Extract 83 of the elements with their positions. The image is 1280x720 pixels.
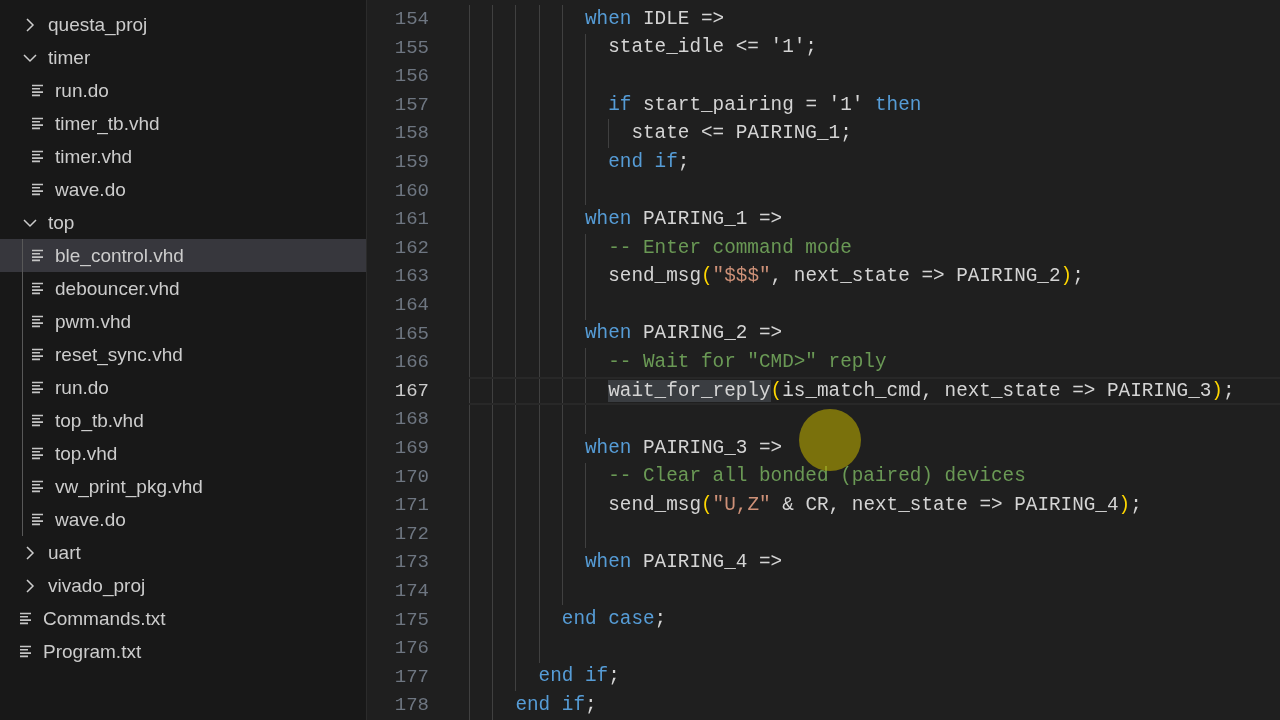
- file-lines-icon: [32, 513, 45, 526]
- file-item[interactable]: timer_tb.vhd: [0, 107, 366, 140]
- line-number: 165: [393, 321, 429, 347]
- line-number: 168: [393, 407, 429, 433]
- file-item[interactable]: Commands.txt: [0, 602, 366, 635]
- file-item[interactable]: ble_control.vhd: [0, 239, 366, 272]
- file-item[interactable]: vw_print_pkg.vhd: [0, 470, 366, 503]
- file-lines-icon: [32, 150, 45, 163]
- line-number: 155: [393, 35, 429, 61]
- folder-item[interactable]: timer: [0, 41, 366, 74]
- folder-item[interactable]: uart: [0, 536, 366, 569]
- code-line: end if;: [607, 149, 690, 175]
- code-line: when PAIRING_2 =>: [584, 321, 783, 347]
- file-lines-icon: [32, 348, 45, 361]
- file-item[interactable]: top.vhd: [0, 437, 366, 470]
- file-lines-icon: [32, 447, 45, 460]
- line-number: 177: [393, 664, 429, 690]
- folder-item[interactable]: questa_proj: [0, 8, 366, 41]
- folder-item[interactable]: top: [0, 206, 366, 239]
- code-line: when PAIRING_3 =>: [584, 435, 783, 461]
- line-number: 169: [393, 435, 429, 461]
- line-number: 159: [393, 150, 429, 175]
- line-number: 160: [393, 178, 429, 204]
- folder-item[interactable]: vivado_proj: [0, 569, 366, 602]
- line-number: 167: [393, 378, 429, 404]
- code-line: end if;: [537, 664, 620, 690]
- code-comment: -- Wait for "CMD>" reply: [607, 349, 887, 375]
- file-item[interactable]: wave.do: [0, 173, 366, 206]
- line-number: 158: [393, 121, 429, 147]
- line-number: 162: [393, 235, 429, 261]
- code-line: state <= PAIRING_1;: [630, 121, 852, 147]
- line-number: 173: [393, 550, 429, 576]
- code-comment: -- Enter command mode: [607, 235, 852, 261]
- line-number: 166: [393, 350, 429, 376]
- file-item[interactable]: top_tb.vhd: [0, 404, 366, 437]
- code-line: state_idle <= '1';: [607, 35, 817, 61]
- code-line: send_msg("$$$", next_state => PAIRING_2);: [607, 264, 1084, 290]
- file-item[interactable]: run.do: [0, 74, 366, 107]
- line-number: 163: [393, 264, 429, 290]
- file-lines-icon: [32, 480, 45, 493]
- file-item[interactable]: pwm.vhd: [0, 305, 366, 338]
- code-line: end if;: [514, 693, 597, 719]
- file-lines-icon: [20, 612, 33, 625]
- file-item[interactable]: timer.vhd: [0, 140, 366, 173]
- line-number: 174: [393, 578, 429, 604]
- code-line: when PAIRING_1 =>: [584, 206, 783, 232]
- code-line: send_msg("U,Z" & CR, next_state => PAIRING_4);: [607, 492, 1142, 518]
- file-lines-icon: [32, 381, 45, 394]
- code-line: wait_for_reply(is_match_cmd, next_state => PAIRING_3);: [607, 378, 1235, 404]
- file-lines-icon: [32, 315, 45, 328]
- code-line: when PAIRING_4 =>: [584, 550, 783, 576]
- file-item[interactable]: debouncer.vhd: [0, 272, 366, 305]
- file-lines-icon: [32, 249, 45, 262]
- line-number: 156: [393, 64, 429, 90]
- line-number: 161: [393, 207, 429, 233]
- line-number: 176: [393, 636, 429, 662]
- chevron-right-icon: [25, 577, 35, 594]
- file-item[interactable]: reset_sync.vhd: [0, 338, 366, 371]
- line-number: 172: [393, 521, 429, 547]
- line-number: 171: [393, 493, 429, 519]
- file-lines-icon: [32, 414, 45, 427]
- code-line: end case;: [560, 607, 667, 633]
- chevron-down-icon: [22, 52, 38, 63]
- line-number: 164: [393, 293, 429, 318]
- chevron-right-icon: [25, 16, 35, 33]
- chevron-right-icon: [25, 544, 35, 561]
- file-item[interactable]: run.do: [0, 371, 366, 404]
- chevron-down-icon: [22, 217, 38, 228]
- file-lines-icon: [32, 117, 45, 130]
- file-item[interactable]: Program.txt: [0, 635, 366, 668]
- code-line: when IDLE =>: [584, 6, 725, 32]
- line-number: 175: [393, 607, 429, 633]
- line-number: 154: [393, 7, 429, 33]
- file-item[interactable]: wave.do: [0, 503, 366, 536]
- file-lines-icon: [32, 183, 45, 196]
- code-line: if start_pairing = '1' then: [607, 92, 922, 118]
- file-lines-icon: [32, 84, 45, 97]
- file-lines-icon: [20, 645, 33, 658]
- line-number: 157: [393, 92, 429, 118]
- line-number: 170: [393, 464, 429, 490]
- code-comment: -- Clear all bonded (paired) devices: [607, 464, 1026, 490]
- file-lines-icon: [32, 282, 45, 295]
- line-number: 178: [393, 693, 429, 719]
